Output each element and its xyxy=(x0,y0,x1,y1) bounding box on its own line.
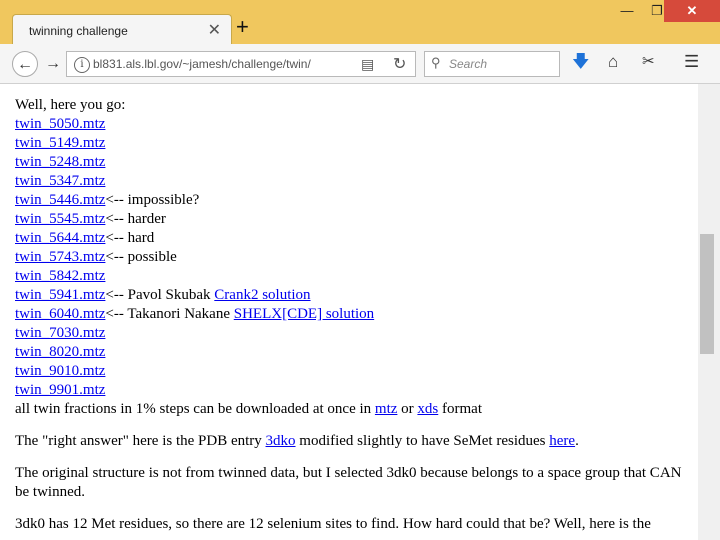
file-list-item: twin_5347.mtz xyxy=(15,172,698,191)
solution-link[interactable]: SHELX[CDE] solution xyxy=(234,306,374,322)
file-note: <-- Takanori Nakane xyxy=(105,306,234,322)
mtz-link[interactable]: mtz xyxy=(375,401,398,417)
semet-here-link[interactable]: here xyxy=(549,433,575,449)
file-link[interactable]: twin_5545.mtz xyxy=(15,211,105,227)
file-list-item: twin_9010.mtz xyxy=(15,362,698,381)
file-list-item: twin_8020.mtz xyxy=(15,343,698,362)
file-list: twin_5050.mtz twin_5149.mtz twin_5248.mtzt… xyxy=(15,115,698,400)
met-residues-paragraph: 3dk0 has 12 Met residues, so there are 1… xyxy=(15,516,651,532)
url-text[interactable]: bl831.als.lbl.gov/~jamesh/challenge/twin… xyxy=(93,57,311,71)
info-icon[interactable]: i xyxy=(74,57,90,73)
file-note: <-- Pavol Skubak xyxy=(105,287,215,303)
answer-middle-text: modified slightly to have SeMet residues xyxy=(295,433,550,449)
all-fractions-line: all twin fractions in 1% steps can be do… xyxy=(15,400,698,419)
file-note: <-- harder xyxy=(105,211,166,227)
file-link[interactable]: twin_9901.mtz xyxy=(15,382,105,398)
file-list-item: twin_5446.mtz<-- impossible? xyxy=(15,191,698,210)
all-fractions-text: all twin fractions in 1% steps can be do… xyxy=(15,401,375,417)
file-list-item: twin_5842.mtz xyxy=(15,267,698,286)
answer-end-text: . xyxy=(575,433,579,449)
home-icon[interactable]: ⌂ xyxy=(608,52,618,72)
url-bar[interactable]: i bl831.als.lbl.gov/~jamesh/challenge/tw… xyxy=(66,51,416,77)
all-fractions-format: format xyxy=(438,401,482,417)
file-list-item: twin_5149.mtz xyxy=(15,134,698,153)
minimize-button[interactable]: — xyxy=(612,0,642,22)
search-icon: ⚲ xyxy=(431,55,441,70)
file-link[interactable]: twin_5446.mtz xyxy=(15,192,105,208)
browser-tab[interactable]: twinning challenge ✕ xyxy=(12,14,232,45)
file-note: <-- hard xyxy=(105,230,155,246)
download-icon[interactable]: 🡇 xyxy=(572,52,589,72)
file-link[interactable]: twin_5941.mtz xyxy=(15,287,105,303)
file-list-item: twin_9901.mtz xyxy=(15,381,698,400)
page-content: Well, here you go: twin_5050.mtz twin_514… xyxy=(0,84,698,540)
reload-icon[interactable]: ↻ xyxy=(393,54,406,74)
reader-view-icon[interactable]: ▤ xyxy=(361,56,374,73)
file-list-item: twin_7030.mtz xyxy=(15,324,698,343)
file-note: <-- possible xyxy=(105,249,177,265)
title-bar: twinning challenge ✕ + — ❐ ✕ xyxy=(0,0,720,45)
answer-paragraph: The "right answer" here is the PDB entry… xyxy=(15,432,698,451)
file-link[interactable]: twin_5347.mtz xyxy=(15,173,105,189)
new-tab-icon[interactable]: + xyxy=(236,16,249,38)
file-link[interactable]: twin_5743.mtz xyxy=(15,249,105,265)
file-list-item: twin_5743.mtz<-- possible xyxy=(15,248,698,267)
search-input[interactable]: ⚲ Search xyxy=(424,51,560,77)
close-window-button[interactable]: ✕ xyxy=(664,0,720,22)
file-link[interactable]: twin_9010.mtz xyxy=(15,363,105,379)
search-placeholder: Search xyxy=(449,57,488,71)
file-list-item: twin_5644.mtz<-- hard xyxy=(15,229,698,248)
tab-title: twinning challenge xyxy=(29,24,128,38)
file-link[interactable]: twin_8020.mtz xyxy=(15,344,105,360)
file-list-item: twin_5545.mtz<-- harder xyxy=(15,210,698,229)
xds-link[interactable]: xds xyxy=(417,401,438,417)
file-link[interactable]: twin_5248.mtz xyxy=(15,154,105,170)
navigation-toolbar: ← → i bl831.als.lbl.gov/~jamesh/challeng… xyxy=(0,44,720,84)
file-list-item: twin_6040.mtz<-- Takanori Nakane SHELX[C… xyxy=(15,305,698,324)
file-list-item: twin_5050.mtz xyxy=(15,115,698,134)
answer-text: The "right answer" here is the PDB entry xyxy=(15,433,266,449)
file-link[interactable]: twin_7030.mtz xyxy=(15,325,105,341)
file-link[interactable]: twin_5842.mtz xyxy=(15,268,105,284)
file-link[interactable]: twin_6040.mtz xyxy=(15,306,105,322)
file-list-item: twin_5248.mtz xyxy=(15,153,698,172)
forward-arrow-icon[interactable]: → xyxy=(40,51,66,77)
original-structure-paragraph: The original structure is not from twinn… xyxy=(15,465,682,500)
solution-link[interactable]: Crank2 solution xyxy=(214,287,310,303)
scrollbar-thumb[interactable] xyxy=(700,234,714,354)
back-arrow-icon[interactable]: ← xyxy=(12,51,38,77)
file-list-item: twin_5941.mtz<-- Pavol Skubak Crank2 sol… xyxy=(15,286,698,305)
all-fractions-or: or xyxy=(397,401,418,417)
intro-text: Well, here you go: xyxy=(15,97,126,113)
file-note: <-- impossible? xyxy=(105,192,200,208)
close-tab-icon[interactable]: ✕ xyxy=(208,20,221,40)
file-link[interactable]: twin_5149.mtz xyxy=(15,135,105,151)
pdb-3dko-link[interactable]: 3dko xyxy=(266,433,296,449)
screenshot-icon[interactable]: ✂ xyxy=(642,52,655,72)
file-link[interactable]: twin_5644.mtz xyxy=(15,230,105,246)
hamburger-menu-icon[interactable]: ☰ xyxy=(684,52,699,72)
file-link[interactable]: twin_5050.mtz xyxy=(15,116,105,132)
